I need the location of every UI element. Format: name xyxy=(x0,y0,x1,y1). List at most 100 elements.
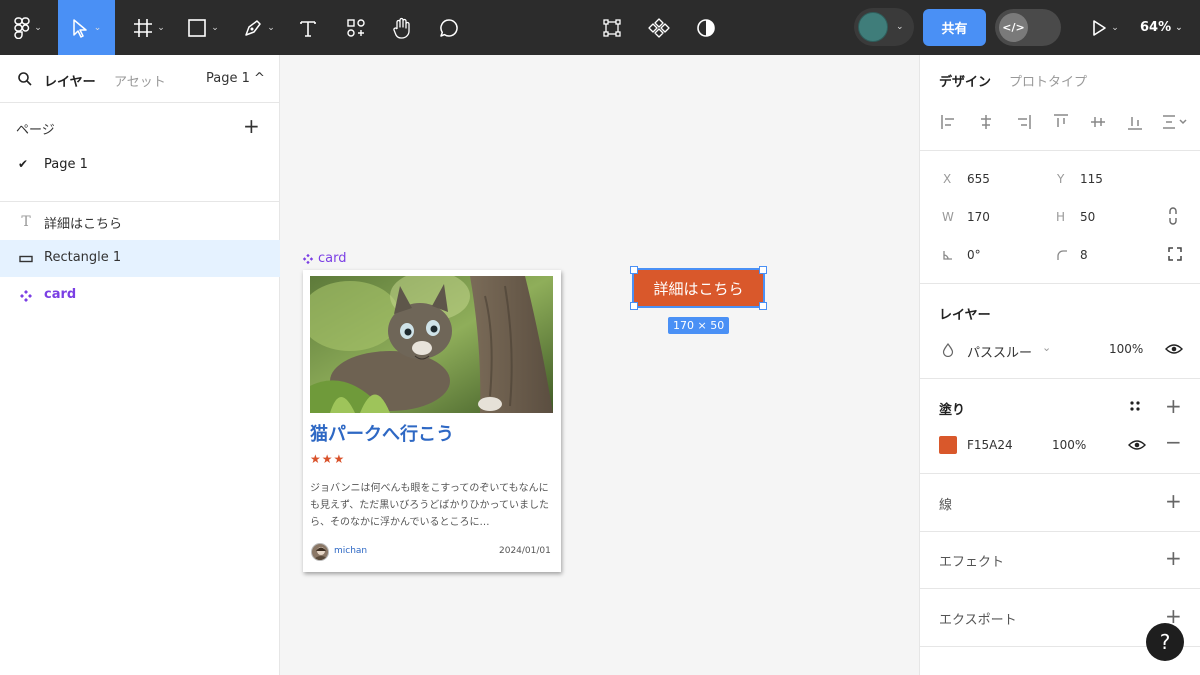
left-panel-tabs: レイヤー アセット Page 1 ^ xyxy=(0,55,280,103)
dev-mode-toggle[interactable]: </> xyxy=(995,9,1061,46)
align-left-icon[interactable] xyxy=(939,112,959,132)
distribute-menu-icon[interactable] xyxy=(1161,112,1189,132)
eye-icon[interactable] xyxy=(1128,439,1146,451)
resize-handle-bottom-right[interactable] xyxy=(759,302,767,310)
styles-grid-icon[interactable] xyxy=(1129,400,1141,412)
post-date: 2024/01/01 xyxy=(499,546,551,556)
fill-color-swatch[interactable] xyxy=(939,436,957,454)
alignment-toolbar xyxy=(939,112,1189,132)
component-icon xyxy=(18,288,34,304)
width-input[interactable]: 170 xyxy=(967,210,990,224)
share-button[interactable]: 共有 xyxy=(923,9,986,46)
frame-tool-button[interactable]: ⌄ xyxy=(128,0,170,55)
multiplayer-avatar-button[interactable]: ⌄ xyxy=(854,8,914,46)
add-effect-button[interactable]: + xyxy=(1165,548,1182,568)
search-icon[interactable] xyxy=(17,71,33,87)
add-page-button[interactable]: + xyxy=(243,116,260,136)
tab-prototype[interactable]: プロトタイプ xyxy=(1009,71,1087,90)
x-label: X xyxy=(943,172,952,186)
blend-mode-select[interactable]: パススルー xyxy=(967,342,1032,361)
layer-item-card[interactable]: card xyxy=(0,277,280,314)
edit-object-button[interactable] xyxy=(596,0,628,55)
create-component-button[interactable] xyxy=(643,0,675,55)
corner-radius-input[interactable]: 8 xyxy=(1080,248,1088,262)
align-horizontal-center-icon[interactable] xyxy=(976,112,996,132)
text-icon: T xyxy=(21,214,31,230)
fill-opacity-input[interactable]: 100% xyxy=(1052,438,1086,452)
play-icon xyxy=(1093,19,1107,36)
rotation-input[interactable]: 0° xyxy=(967,248,981,262)
present-button[interactable]: ⌄ xyxy=(1085,0,1125,55)
align-bottom-icon[interactable] xyxy=(1125,112,1145,132)
divider xyxy=(920,150,1200,151)
tab-assets[interactable]: アセット xyxy=(114,71,166,90)
fill-hex-input[interactable]: F15A24 xyxy=(967,438,1013,452)
code-icon: </> xyxy=(999,13,1028,42)
align-right-icon[interactable] xyxy=(1013,112,1033,132)
chevron-down-icon: ⌄ xyxy=(34,22,42,33)
align-top-icon[interactable] xyxy=(1051,112,1071,132)
details-button-selected[interactable]: 詳細はこちら xyxy=(632,268,765,308)
stroke-section-title: 線 xyxy=(939,498,953,513)
tab-design[interactable]: デザイン xyxy=(939,71,991,90)
y-label: Y xyxy=(1057,172,1065,186)
page-item[interactable]: ✔ Page 1 xyxy=(0,147,280,183)
corner-radius-icon xyxy=(1057,250,1067,260)
resize-handle-top-right[interactable] xyxy=(759,266,767,274)
contrast-half-circle-icon xyxy=(697,18,715,37)
rectangle-icon xyxy=(18,251,34,267)
frame-hash-icon xyxy=(134,18,153,37)
main-menu-button[interactable]: ⌄ xyxy=(8,0,48,55)
resources-tool-button[interactable] xyxy=(340,0,372,55)
hand-tool-button[interactable] xyxy=(386,0,418,55)
components-grid-icon xyxy=(347,18,365,37)
layer-item-text[interactable]: T 詳細はこちら xyxy=(0,203,280,240)
height-input[interactable]: 50 xyxy=(1080,210,1095,224)
chevron-down-icon: ⌄ xyxy=(93,22,102,33)
eye-icon[interactable] xyxy=(1165,343,1183,355)
comment-tool-button[interactable] xyxy=(433,0,465,55)
chevron-down-icon: ⌄ xyxy=(1042,341,1052,354)
divider xyxy=(920,283,1200,284)
page-switcher[interactable]: Page 1 ^ xyxy=(206,71,265,86)
align-vertical-center-icon[interactable] xyxy=(1088,112,1108,132)
constrain-proportions-icon[interactable] xyxy=(1167,207,1179,225)
card-component[interactable]: 猫パークへ行こう ★★★ ジョバンニは何べんも眼をこすってのぞいてもなんにも見え… xyxy=(303,270,561,572)
divider xyxy=(0,201,280,202)
shape-tool-button[interactable]: ⌄ xyxy=(182,0,224,55)
help-button[interactable]: ? xyxy=(1146,623,1184,661)
y-input[interactable]: 115 xyxy=(1080,172,1103,186)
layer-section-title: レイヤー xyxy=(939,308,991,323)
frame-name: card xyxy=(318,251,347,266)
remove-fill-button[interactable]: − xyxy=(1165,432,1182,452)
layers-panel: レイヤー アセット Page 1 ^ ページ + ✔ Page 1 T 詳細はこ… xyxy=(0,55,280,675)
component-diamond-icon xyxy=(648,17,670,38)
vector-edit-icon xyxy=(603,18,621,37)
checkmark-icon: ✔ xyxy=(18,157,29,171)
x-input[interactable]: 655 xyxy=(967,172,990,186)
author-name: michan xyxy=(334,546,368,556)
layer-item-rectangle[interactable]: Rectangle 1 xyxy=(0,240,280,277)
page-name: Page 1 xyxy=(44,157,88,172)
independent-corners-icon[interactable] xyxy=(1167,246,1183,262)
resize-handle-bottom-left[interactable] xyxy=(630,302,638,310)
effects-section-title: エフェクト xyxy=(939,555,1005,570)
move-tool-button[interactable]: ⌄ xyxy=(58,0,115,55)
add-fill-button[interactable]: + xyxy=(1165,396,1182,416)
resize-handle-top-left[interactable] xyxy=(630,266,638,274)
chevron-down-icon: ⌄ xyxy=(267,22,275,33)
h-label: H xyxy=(1056,210,1066,224)
component-frame-label[interactable]: card xyxy=(302,251,346,266)
zoom-menu[interactable]: 64% ⌄ xyxy=(1140,0,1183,55)
mask-button[interactable] xyxy=(690,0,722,55)
cat-photo xyxy=(310,276,553,413)
layer-opacity-input[interactable]: 100% xyxy=(1109,342,1143,356)
pen-tool-button[interactable]: ⌄ xyxy=(238,0,280,55)
design-panel: デザイン プロトタイプ X 655 Y 115 W 170 H 50 0° 8 … xyxy=(919,55,1200,675)
text-tool-button[interactable] xyxy=(292,0,324,55)
rotation-icon xyxy=(943,251,952,260)
canvas[interactable]: card 猫パークへ行こう ★★★ ジョバンニは何べんも眼をこすってのぞいてもな… xyxy=(281,55,919,675)
add-stroke-button[interactable]: + xyxy=(1165,491,1182,511)
tab-layers[interactable]: レイヤー xyxy=(44,71,96,90)
card-title: 猫パークへ行こう xyxy=(310,424,454,445)
